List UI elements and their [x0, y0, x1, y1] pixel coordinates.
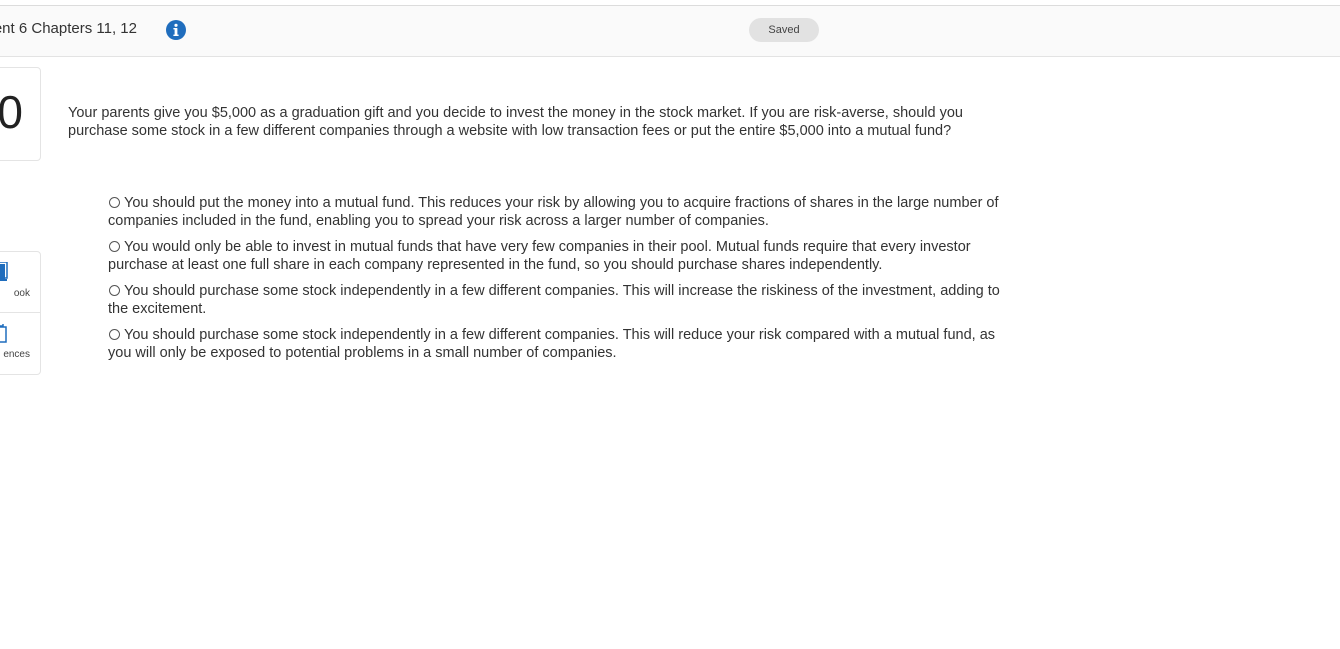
- answer-option-text: You should put the money into a mutual f…: [108, 195, 999, 229]
- answer-option-4[interactable]: You should purchase some stock independe…: [108, 326, 1013, 362]
- book-icon: [0, 261, 9, 287]
- saved-status-badge: Saved: [749, 18, 819, 42]
- question-tools: ook ences: [0, 251, 41, 375]
- radio-button[interactable]: [109, 197, 120, 208]
- radio-button[interactable]: [109, 285, 120, 296]
- info-icon[interactable]: [166, 20, 186, 40]
- question-number-box: 0: [0, 67, 41, 161]
- answer-option-text: You would only be able to invest in mutu…: [108, 239, 971, 273]
- ebook-tool-button[interactable]: ook: [0, 252, 40, 313]
- document-icon: [0, 323, 9, 348]
- assignment-title: nment 6 Chapters 11, 12: [0, 20, 137, 37]
- ebook-tool-label: ook: [13, 288, 30, 299]
- assignment-header: nment 6 Chapters 11, 12 Saved: [0, 6, 1340, 57]
- answer-option-2[interactable]: You would only be able to invest in mutu…: [108, 238, 1013, 274]
- references-tool-label: ences: [3, 349, 30, 360]
- answer-options: You should put the money into a mutual f…: [108, 194, 1013, 370]
- radio-button[interactable]: [109, 329, 120, 340]
- radio-button[interactable]: [109, 241, 120, 252]
- answer-option-text: You should purchase some stock independe…: [108, 283, 1000, 317]
- answer-option-3[interactable]: You should purchase some stock independe…: [108, 282, 1013, 318]
- question-prompt: Your parents give you $5,000 as a gradua…: [68, 105, 963, 139]
- question-number: 0: [0, 86, 23, 138]
- answer-option-text: You should purchase some stock independe…: [108, 327, 996, 361]
- references-tool-button[interactable]: ences: [0, 313, 40, 373]
- answer-option-1[interactable]: You should put the money into a mutual f…: [108, 194, 1013, 230]
